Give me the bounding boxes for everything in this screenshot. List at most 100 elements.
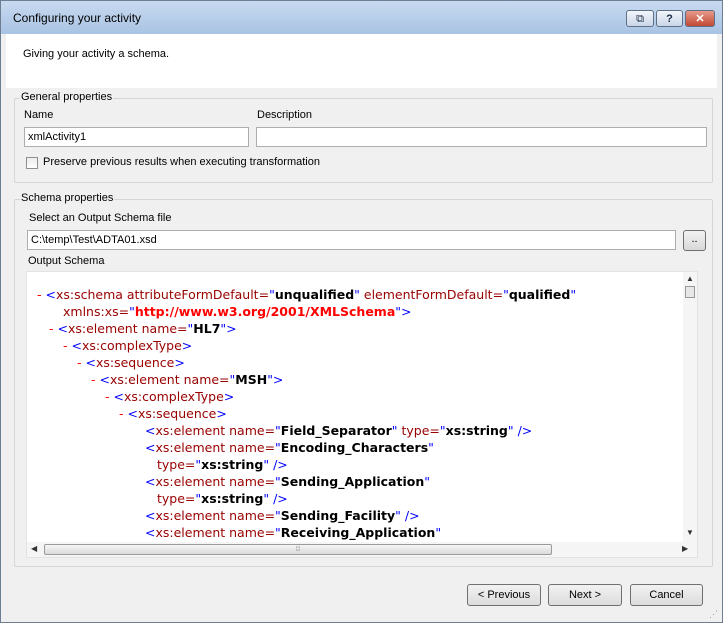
cancel-button[interactable]: Cancel — [630, 584, 703, 606]
xml-token: " — [424, 474, 430, 489]
output-schema-label: Output Schema — [28, 255, 105, 267]
xml-token: type= — [397, 423, 440, 438]
xml-token: type= — [157, 491, 196, 506]
xml-token: Sending_Facility — [280, 508, 396, 523]
xml-line: - <xs:sequence> — [119, 406, 227, 421]
xml-token: > — [181, 338, 193, 353]
xml-token: xs:element name= — [155, 525, 276, 540]
vertical-scrollbar[interactable]: ▲ ▼ — [683, 272, 697, 542]
xml-line: - <xs:complexType> — [105, 389, 234, 404]
xml-token: xs:element name= — [155, 508, 276, 523]
schema-file-input[interactable]: C:\temp\Test\ADTA01.xsd — [27, 230, 676, 250]
schema-properties-legend: Schema properties — [20, 192, 115, 204]
xml-token: Receiving_Application — [280, 525, 436, 540]
xml-token: MSH — [235, 372, 268, 387]
xml-token: xs:string — [201, 457, 264, 472]
next-button[interactable]: Next > — [548, 584, 622, 606]
xml-token: HL7 — [193, 321, 221, 336]
xml-content: - <xs:schema attributeFormDefault="unqua… — [27, 272, 683, 542]
xml-token: elementFormDefault= — [359, 287, 504, 302]
xml-token: < — [71, 338, 82, 353]
scroll-up-arrow-icon[interactable]: ▲ — [686, 274, 694, 283]
xml-token: xmlns:xs= — [63, 304, 130, 319]
xml-token: " /> — [507, 423, 533, 438]
xml-token: < — [45, 287, 56, 302]
header-description: Giving your activity a schema. — [23, 48, 170, 60]
xml-token: < — [57, 321, 68, 336]
previous-button[interactable]: < Previous — [467, 584, 541, 606]
xml-token: qualified — [508, 287, 571, 302]
xml-token: < — [145, 508, 156, 523]
xml-token: < — [145, 474, 156, 489]
horizontal-scroll-thumb[interactable]: ⦙⦙⦙ — [44, 544, 552, 555]
xml-line: type="xs:string" /> — [157, 457, 288, 472]
title-bar: Configuring your activity ⧉ ? ✕ — [1, 1, 722, 34]
xml-token: < — [145, 525, 156, 540]
xml-token: type= — [157, 457, 196, 472]
restore-button[interactable]: ⧉ — [626, 10, 654, 27]
description-label: Description — [257, 109, 313, 121]
xml-token: xs:string — [445, 423, 508, 438]
xml-token: < — [145, 423, 156, 438]
horizontal-scrollbar[interactable]: ◀ ⦙⦙⦙ ▶ — [27, 542, 697, 557]
xml-token: http://www.w3.org/2001/XMLSchema — [134, 304, 396, 319]
xml-line: <xs:element name="Sending_Application" — [145, 474, 430, 489]
scroll-left-arrow-icon[interactable]: ◀ — [31, 544, 37, 553]
xml-token: < — [127, 406, 138, 421]
header-panel: Giving your activity a schema. — [6, 34, 717, 88]
dialog-window: Configuring your activity ⧉ ? ✕ Giving y… — [0, 0, 723, 623]
xml-token: "> — [395, 304, 412, 319]
xml-token: Sending_Application — [280, 474, 425, 489]
xml-token: < — [99, 372, 110, 387]
xml-token: > — [216, 406, 227, 421]
xml-line: <xs:element name="Field_Separator" type=… — [145, 423, 532, 438]
xml-token: " — [435, 525, 442, 540]
general-properties-legend: General properties — [20, 91, 114, 103]
xml-token: xs:complexType — [123, 389, 224, 404]
output-schema-viewer[interactable]: - <xs:schema attributeFormDefault="unqua… — [26, 271, 698, 558]
name-label: Name — [24, 109, 54, 121]
preserve-results-label: Preserve previous results when executing… — [43, 156, 320, 168]
scroll-right-arrow-icon[interactable]: ▶ — [682, 544, 688, 553]
xml-token: unqualified — [274, 287, 355, 302]
xml-token: > — [223, 389, 235, 404]
xml-token: xs:element name= — [109, 372, 230, 387]
xml-token: xs:element name= — [155, 474, 276, 489]
xml-token: < — [85, 355, 96, 370]
xml-token: xs:sequence — [95, 355, 175, 370]
resize-grip-icon[interactable]: ⋰ — [709, 609, 718, 620]
xml-token: > — [174, 355, 185, 370]
description-input[interactable] — [256, 127, 707, 147]
xml-line: - <xs:schema attributeFormDefault="unqua… — [37, 287, 576, 302]
vertical-scroll-thumb[interactable] — [685, 286, 695, 298]
scroll-down-arrow-icon[interactable]: ▼ — [686, 528, 694, 537]
xml-token: xs:element name= — [155, 440, 276, 455]
xml-line: xmlns:xs="http://www.w3.org/2001/XMLSche… — [63, 304, 412, 319]
select-schema-label: Select an Output Schema file — [29, 212, 172, 224]
xml-token: xs:schema attributeFormDefault= — [55, 287, 270, 302]
xml-token: " — [570, 287, 577, 302]
xml-token: " /> — [395, 508, 420, 523]
preserve-results-checkbox[interactable] — [26, 157, 38, 169]
xml-token: "> — [220, 321, 237, 336]
xml-token: < — [145, 440, 156, 455]
browse-button[interactable]: .. — [683, 230, 706, 251]
xml-token: Encoding_Characters — [280, 440, 429, 455]
xml-line: - <xs:sequence> — [77, 355, 185, 370]
xml-token: " — [428, 440, 434, 455]
xml-line: type="xs:string" /> — [157, 491, 288, 506]
help-button[interactable]: ? — [656, 10, 683, 27]
xml-token: " /> — [263, 491, 288, 506]
xml-line: - <xs:complexType> — [63, 338, 192, 353]
xml-line: - <xs:element name="HL7"> — [49, 321, 237, 336]
xml-token: xs:complexType — [81, 338, 182, 353]
xml-line: <xs:element name="Receiving_Application" — [145, 525, 441, 540]
xml-token: "> — [267, 372, 284, 387]
close-button[interactable]: ✕ — [685, 10, 715, 27]
xml-line: - <xs:element name="MSH"> — [91, 372, 283, 387]
xml-token: " /> — [263, 457, 288, 472]
xml-line: <xs:element name="Encoding_Characters" — [145, 440, 434, 455]
xml-token: xs:element name= — [67, 321, 188, 336]
name-input[interactable]: xmlActivity1 — [24, 127, 249, 147]
xml-token: xs:sequence — [137, 406, 217, 421]
